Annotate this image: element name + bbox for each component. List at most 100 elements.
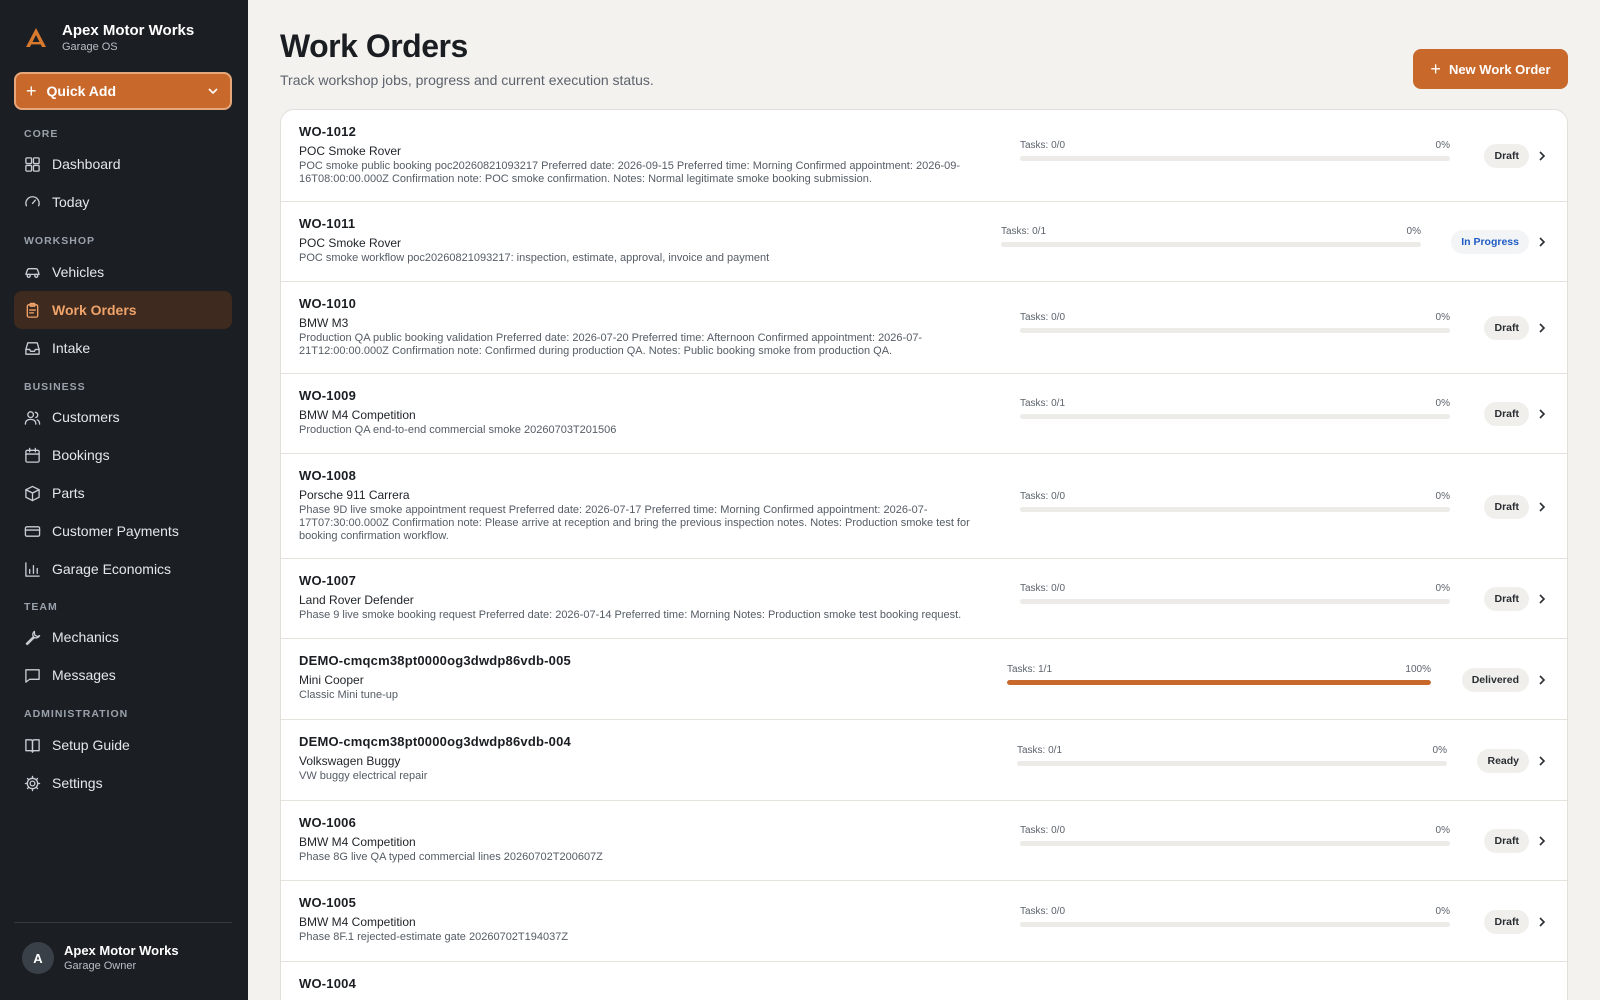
sidebar-item-label: Work Orders	[52, 302, 137, 318]
work-order-description: POC smoke public booking poc202608210932…	[299, 160, 961, 185]
work-order-row[interactable]: WO-1012 POC Smoke Rover POC smoke public b…	[281, 110, 1567, 202]
status-badge: Draft	[1484, 316, 1529, 340]
work-order-id: DEMO-cmqcm38pt0000og3dwdp86vdb-004	[299, 734, 571, 749]
progress-track	[1020, 841, 1450, 846]
grid-icon	[25, 156, 40, 172]
work-order-row[interactable]: WO-1008 Porsche 911 Carrera Phase 9D live …	[281, 454, 1567, 559]
sidebar-item-label: Intake	[52, 340, 91, 356]
box-icon	[25, 485, 40, 501]
sidebar-item-work-orders[interactable]: Work Orders	[14, 291, 232, 329]
work-order-vehicle: POC Smoke Rover	[299, 236, 402, 250]
sidebar-item-label: Setup Guide	[52, 737, 130, 753]
work-order-description: Production QA public booking validation …	[299, 332, 923, 357]
work-order-id: WO-1010	[299, 296, 357, 311]
sidebar-item-today[interactable]: Today	[14, 183, 232, 221]
sidebar-item-bookings[interactable]: Bookings	[14, 436, 232, 474]
work-order-row[interactable]: WO-1010 BMW M3 Production QA public bookin…	[281, 282, 1567, 374]
work-order-list: WO-1012 POC Smoke Rover POC smoke public b…	[280, 109, 1568, 1000]
progress-track	[1007, 680, 1431, 685]
sidebar-item-mechanics[interactable]: Mechanics	[14, 618, 232, 656]
work-order-id: WO-1012	[299, 124, 357, 139]
work-order-description: Phase 8F.1 rejected-estimate gate 202607…	[299, 931, 569, 943]
wrench-icon	[25, 630, 41, 645]
progress-percent: 0%	[1435, 825, 1450, 836]
brand[interactable]: Apex Motor Works Garage OS	[24, 22, 194, 54]
new-work-order-button[interactable]: + New Work Order	[1413, 49, 1568, 89]
sidebar-item-messages[interactable]: Messages	[14, 656, 232, 694]
work-order-row[interactable]: DEMO-cmqcm38pt0000og3dwdp86vdb-005 Mini C…	[281, 639, 1567, 720]
work-order-row[interactable]: WO-1006 BMW M4 Competition Phase 8G live Q…	[281, 801, 1567, 881]
credit-card-icon	[24, 525, 41, 537]
sidebar-item-label: Messages	[52, 667, 116, 683]
sidebar-item-label: Mechanics	[52, 629, 119, 645]
chevron-right-icon	[1539, 836, 1546, 846]
work-order-row[interactable]: WO-1007 Land Rover Defender Phase 9 live s…	[281, 559, 1567, 639]
task-count: Tasks: 0/1	[1001, 226, 1047, 237]
task-progress: Tasks: 0/0 0%	[1020, 491, 1450, 513]
progress-fill	[1007, 680, 1431, 685]
sidebar-item-setup-guide[interactable]: Setup Guide	[14, 726, 232, 764]
task-progress: Tasks: 0/1 0%	[1001, 226, 1421, 248]
chevron-right-icon	[1539, 409, 1546, 419]
progress-percent: 0%	[1435, 140, 1450, 151]
new-work-order-label: New Work Order	[1448, 61, 1551, 77]
work-order-vehicle: Land Rover Defender	[299, 593, 414, 607]
task-progress: Tasks: 0/1 0%	[1020, 398, 1450, 420]
work-order-vehicle: Mini Cooper	[299, 673, 364, 687]
work-order-description: Production QA end-to-end commercial smok…	[299, 424, 617, 436]
sidebar: Apex Motor Works Garage OS + Quick Add C…	[0, 0, 248, 1000]
progress-percent: 0%	[1435, 398, 1450, 409]
sidebar-item-customer-payments[interactable]: Customer Payments	[14, 512, 232, 550]
clipboard-icon	[26, 302, 39, 318]
progress-track	[1017, 761, 1447, 766]
sidebar-item-label: Garage Economics	[52, 561, 172, 577]
user-profile[interactable]: A Apex Motor Works Garage Owner	[22, 942, 179, 974]
nav-section-team: TEAM	[24, 601, 58, 613]
plus-icon: +	[1430, 59, 1441, 79]
task-progress: Tasks: 0/0 0%	[1020, 583, 1450, 605]
sidebar-item-dashboard[interactable]: Dashboard	[14, 145, 232, 183]
status-badge: In Progress	[1451, 230, 1529, 254]
progress-track	[1020, 414, 1450, 419]
user-role: Garage Owner	[64, 960, 137, 972]
sidebar-item-label: Parts	[52, 485, 85, 501]
work-order-row[interactable]: DEMO-cmqcm38pt0000og3dwdp86vdb-004 Volksw…	[281, 720, 1567, 801]
work-order-id: WO-1007	[299, 573, 357, 588]
work-order-id: WO-1011	[299, 216, 356, 231]
task-progress: Tasks: 0/0 0%	[1020, 140, 1450, 162]
progress-track	[1001, 242, 1421, 247]
chevron-right-icon	[1539, 675, 1546, 685]
sidebar-item-customers[interactable]: Customers	[14, 398, 232, 436]
sidebar-item-vehicles[interactable]: Vehicles	[14, 253, 232, 291]
work-order-row[interactable]: WO-1004	[281, 962, 1567, 1000]
status-badge: Draft	[1484, 495, 1529, 519]
sidebar-item-label: Settings	[52, 775, 103, 791]
chevron-down-icon	[208, 88, 218, 95]
task-count: Tasks: 0/1	[1017, 745, 1063, 756]
work-order-vehicle: BMW M3	[299, 316, 349, 330]
sidebar-item-label: Bookings	[52, 447, 110, 463]
task-count: Tasks: 0/0	[1020, 906, 1066, 917]
logo-icon	[26, 28, 46, 47]
task-count: Tasks: 0/0	[1020, 491, 1066, 502]
sidebar-item-label: Customer Payments	[52, 523, 179, 539]
work-order-row[interactable]: WO-1009 BMW M4 Competition Production QA e…	[281, 374, 1567, 454]
quick-add-button[interactable]: + Quick Add	[14, 72, 232, 110]
sidebar-item-label: Dashboard	[52, 156, 121, 172]
sidebar-item-parts[interactable]: Parts	[14, 474, 232, 512]
sidebar-item-intake[interactable]: Intake	[14, 329, 232, 367]
work-order-vehicle: POC Smoke Rover	[299, 144, 402, 158]
avatar: A	[22, 942, 54, 974]
bar-chart-icon	[25, 561, 40, 577]
task-progress: Tasks: 1/1 100%	[1007, 664, 1431, 686]
progress-percent: 0%	[1432, 745, 1447, 756]
sidebar-item-garage-economics[interactable]: Garage Economics	[14, 550, 232, 588]
task-count: Tasks: 0/0	[1020, 583, 1066, 594]
work-order-description: Phase 9 live smoke booking request Prefe…	[299, 609, 962, 621]
sidebar-item-settings[interactable]: Settings	[14, 764, 232, 802]
app-subtitle: Garage OS	[62, 41, 118, 53]
sidebar-item-label: Customers	[52, 409, 120, 425]
work-order-row[interactable]: WO-1005 BMW M4 Competition Phase 8F.1 reje…	[281, 881, 1567, 962]
task-count: Tasks: 0/0	[1020, 312, 1066, 323]
work-order-row[interactable]: WO-1011 POC Smoke Rover POC smoke workflow…	[281, 202, 1567, 282]
